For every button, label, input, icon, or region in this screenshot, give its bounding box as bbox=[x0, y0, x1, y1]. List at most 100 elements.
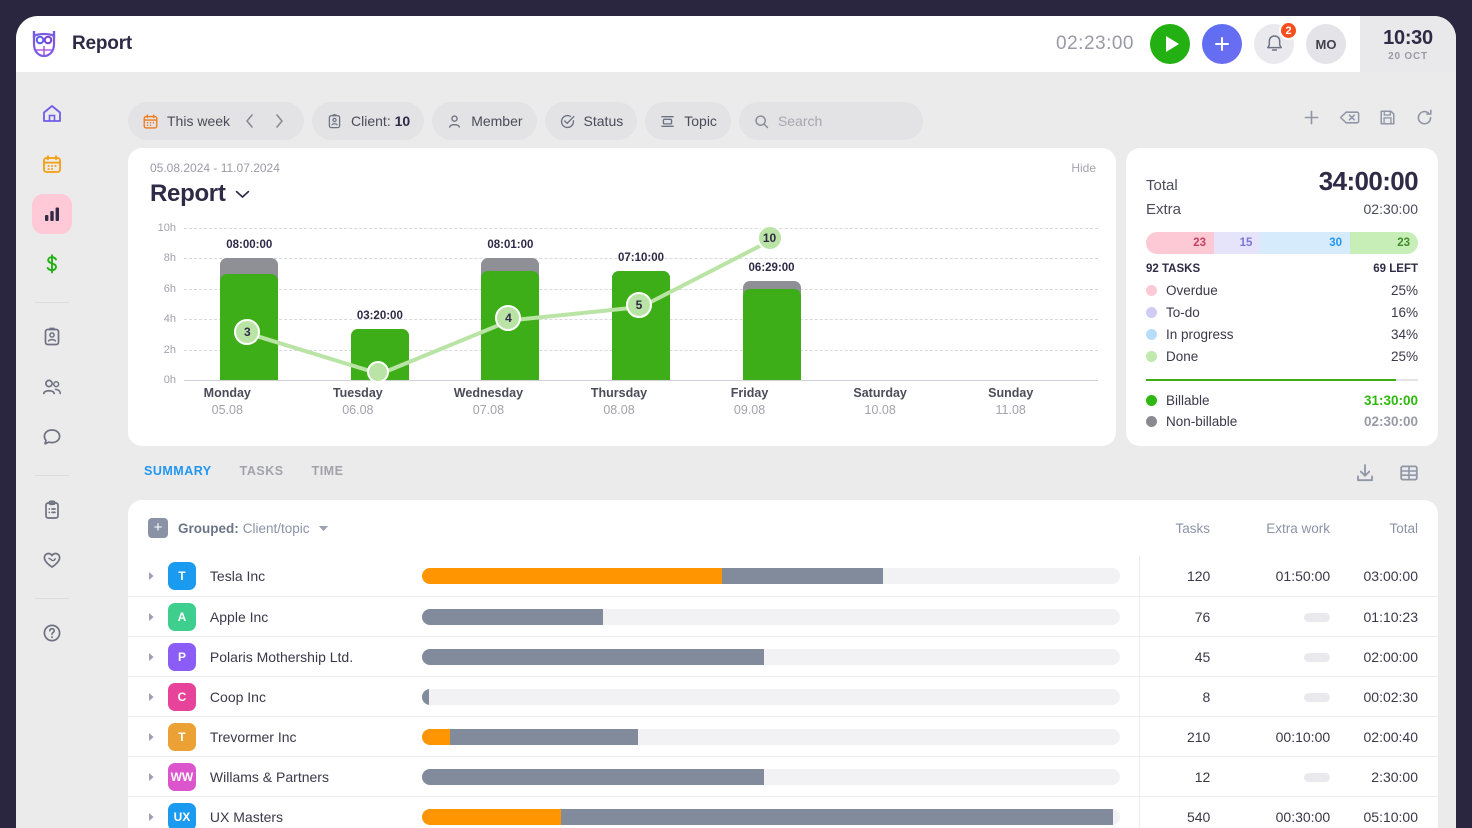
filter-topic[interactable]: Topic bbox=[645, 102, 731, 140]
filter-period[interactable]: This week bbox=[128, 102, 304, 140]
grouped-dropdown-button[interactable] bbox=[318, 519, 329, 537]
clear-button[interactable] bbox=[1339, 108, 1360, 132]
search-input[interactable] bbox=[778, 113, 908, 129]
non-billable-value: 02:30:00 bbox=[1364, 414, 1418, 429]
empty-value-placeholder bbox=[1304, 613, 1330, 622]
expand-row-button[interactable] bbox=[148, 571, 168, 581]
tab-summary[interactable]: SUMMARY bbox=[144, 464, 212, 488]
add-button[interactable] bbox=[1202, 24, 1242, 64]
search-box[interactable] bbox=[739, 102, 923, 140]
table-row[interactable]: CCoop Inc800:02:30 bbox=[128, 676, 1438, 716]
table-row[interactable]: UXUX Masters54000:30:0005:10:00 bbox=[128, 796, 1438, 828]
expand-row-button[interactable] bbox=[148, 812, 168, 822]
cell-extra-work: 00:30:00 bbox=[1210, 809, 1330, 825]
status-segment-done[interactable]: 23 bbox=[1350, 232, 1418, 254]
table-row[interactable]: AApple Inc7601:10:23 bbox=[128, 596, 1438, 636]
status-segment-todo[interactable]: 15 bbox=[1214, 232, 1260, 254]
table-row[interactable]: PPolaris Mothership Ltd.4502:00:00 bbox=[128, 636, 1438, 676]
question-circle-icon bbox=[41, 622, 63, 644]
bar-value-label: 08:00:00 bbox=[204, 239, 294, 251]
filter-client[interactable]: Client: 10 bbox=[312, 102, 424, 140]
extra-value: 02:30:00 bbox=[1364, 201, 1419, 217]
save-button[interactable] bbox=[1378, 108, 1397, 132]
cell-tasks: 540 bbox=[1120, 809, 1210, 825]
play-icon bbox=[1166, 36, 1179, 52]
table-grid-icon bbox=[1398, 462, 1420, 484]
status-segment-in-progress[interactable]: 30 bbox=[1260, 232, 1350, 254]
add-row-button[interactable] bbox=[1302, 108, 1321, 132]
x-axis-tick: Sunday11.08 bbox=[956, 386, 1066, 417]
cell-total: 00:02:30 bbox=[1330, 689, 1418, 705]
cell-extra-work bbox=[1210, 609, 1330, 625]
expand-row-button[interactable] bbox=[148, 692, 168, 702]
cell-tasks: 8 bbox=[1120, 689, 1210, 705]
status-legend: Overdue25%To-do16%In progress34%Done25% bbox=[1146, 283, 1418, 364]
sidebar-item-wellbeing[interactable] bbox=[32, 540, 72, 580]
sidebar-item-team[interactable] bbox=[32, 367, 72, 407]
filter-member[interactable]: Member bbox=[432, 102, 536, 140]
hide-chart-link[interactable]: Hide bbox=[1071, 161, 1096, 175]
download-button[interactable] bbox=[1354, 462, 1376, 489]
sidebar-item-finance[interactable] bbox=[32, 244, 72, 284]
sidebar-item-help[interactable] bbox=[32, 613, 72, 653]
sidebar-item-messages[interactable] bbox=[32, 417, 72, 457]
filter-status[interactable]: Status bbox=[545, 102, 638, 140]
client-name: Apple Inc bbox=[210, 609, 422, 625]
heart-icon bbox=[41, 549, 63, 571]
legend-dot bbox=[1146, 307, 1157, 318]
filter-topic-label: Topic bbox=[684, 113, 717, 129]
sidebar-item-home[interactable] bbox=[32, 94, 72, 134]
refresh-button[interactable] bbox=[1415, 108, 1434, 132]
table-row[interactable]: TTesla Inc12001:50:0003:00:00 bbox=[128, 556, 1438, 596]
x-tick-date: 06.08 bbox=[303, 403, 413, 417]
cell-tasks: 120 bbox=[1120, 568, 1210, 584]
client-avatar: P bbox=[168, 643, 196, 671]
chart-title-group[interactable]: Report bbox=[150, 180, 250, 208]
app-logo[interactable] bbox=[16, 30, 72, 58]
start-timer-button[interactable] bbox=[1150, 24, 1190, 64]
table-view-button[interactable] bbox=[1398, 462, 1420, 489]
period-prev-button[interactable] bbox=[238, 110, 260, 132]
table-row[interactable]: WWWillams & Partners122:30:00 bbox=[128, 756, 1438, 796]
notifications-button[interactable]: 2 bbox=[1254, 24, 1294, 64]
expand-row-button[interactable] bbox=[148, 772, 168, 782]
expand-row-button[interactable] bbox=[148, 652, 168, 662]
user-avatar[interactable]: MO bbox=[1306, 24, 1346, 64]
period-next-button[interactable] bbox=[268, 110, 290, 132]
sidebar-divider-3 bbox=[35, 598, 69, 599]
billable-dot bbox=[1146, 395, 1157, 406]
x-axis-tick: Tuesday06.08 bbox=[303, 386, 413, 417]
legend-label: In progress bbox=[1166, 327, 1234, 342]
sidebar-item-reports[interactable] bbox=[32, 194, 72, 234]
tab-time[interactable]: TIME bbox=[312, 464, 344, 488]
clock-widget: 10:30 20 OCT bbox=[1360, 16, 1456, 72]
table-row[interactable]: TTrevormer Inc21000:10:0002:00:40 bbox=[128, 716, 1438, 756]
client-avatar: T bbox=[168, 723, 196, 751]
billable-label: Billable bbox=[1166, 393, 1210, 408]
time-progress-bar bbox=[422, 809, 1121, 825]
calendar-icon bbox=[142, 113, 159, 130]
chart-title: Report bbox=[150, 180, 226, 208]
legend-dot bbox=[1146, 329, 1157, 340]
legend-row: To-do16% bbox=[1146, 305, 1418, 320]
sidebar-item-contacts[interactable] bbox=[32, 317, 72, 357]
task-status-bar[interactable]: 23153023 bbox=[1146, 232, 1418, 254]
legend-dot bbox=[1146, 285, 1157, 296]
status-segment-overdue[interactable]: 23 bbox=[1146, 232, 1214, 254]
client-name: Coop Inc bbox=[210, 689, 422, 705]
owl-logo-icon bbox=[31, 30, 57, 58]
grouped-value[interactable]: Client/topic bbox=[243, 521, 310, 536]
add-group-button[interactable]: + bbox=[148, 518, 168, 538]
y-axis-tick: 0h bbox=[150, 374, 176, 386]
expand-row-button[interactable] bbox=[148, 612, 168, 622]
tab-tasks[interactable]: TASKS bbox=[240, 464, 284, 488]
backspace-delete-icon bbox=[1339, 108, 1360, 127]
cell-extra-work: 01:50:00 bbox=[1210, 568, 1330, 584]
y-axis-tick: 8h bbox=[150, 252, 176, 264]
expand-row-button[interactable] bbox=[148, 732, 168, 742]
filter-member-label: Member bbox=[471, 113, 522, 129]
sidebar-item-tasks[interactable] bbox=[32, 490, 72, 530]
grouped-label: Grouped: bbox=[178, 521, 239, 536]
legend-value: 16% bbox=[1391, 305, 1418, 320]
sidebar-item-calendar[interactable] bbox=[32, 144, 72, 184]
